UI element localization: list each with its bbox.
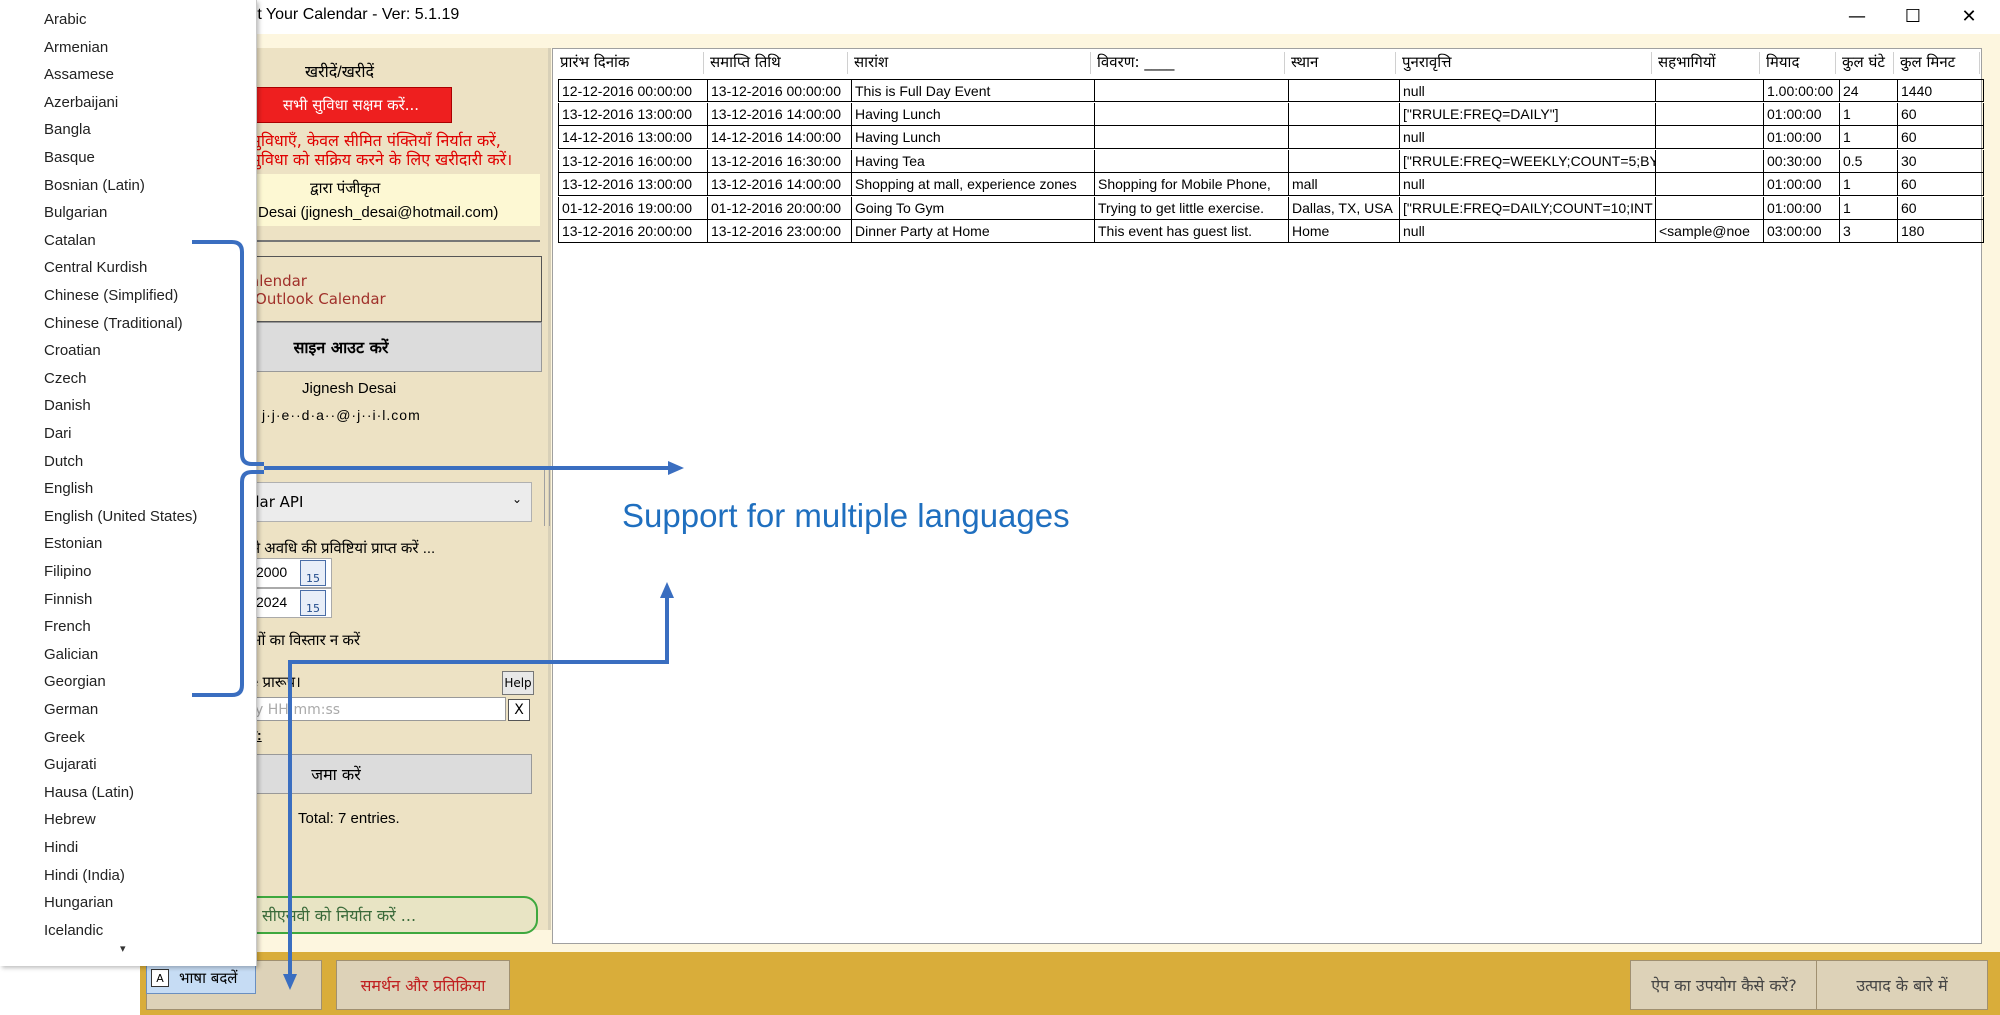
- arrow-head-right: [668, 461, 684, 475]
- arrow-head-down: [283, 974, 297, 990]
- arrow-head-up: [660, 582, 674, 598]
- language-list-bracket: [192, 240, 264, 697]
- annotation-arrows: [192, 240, 684, 990]
- arrow-from-language-button: [288, 592, 669, 978]
